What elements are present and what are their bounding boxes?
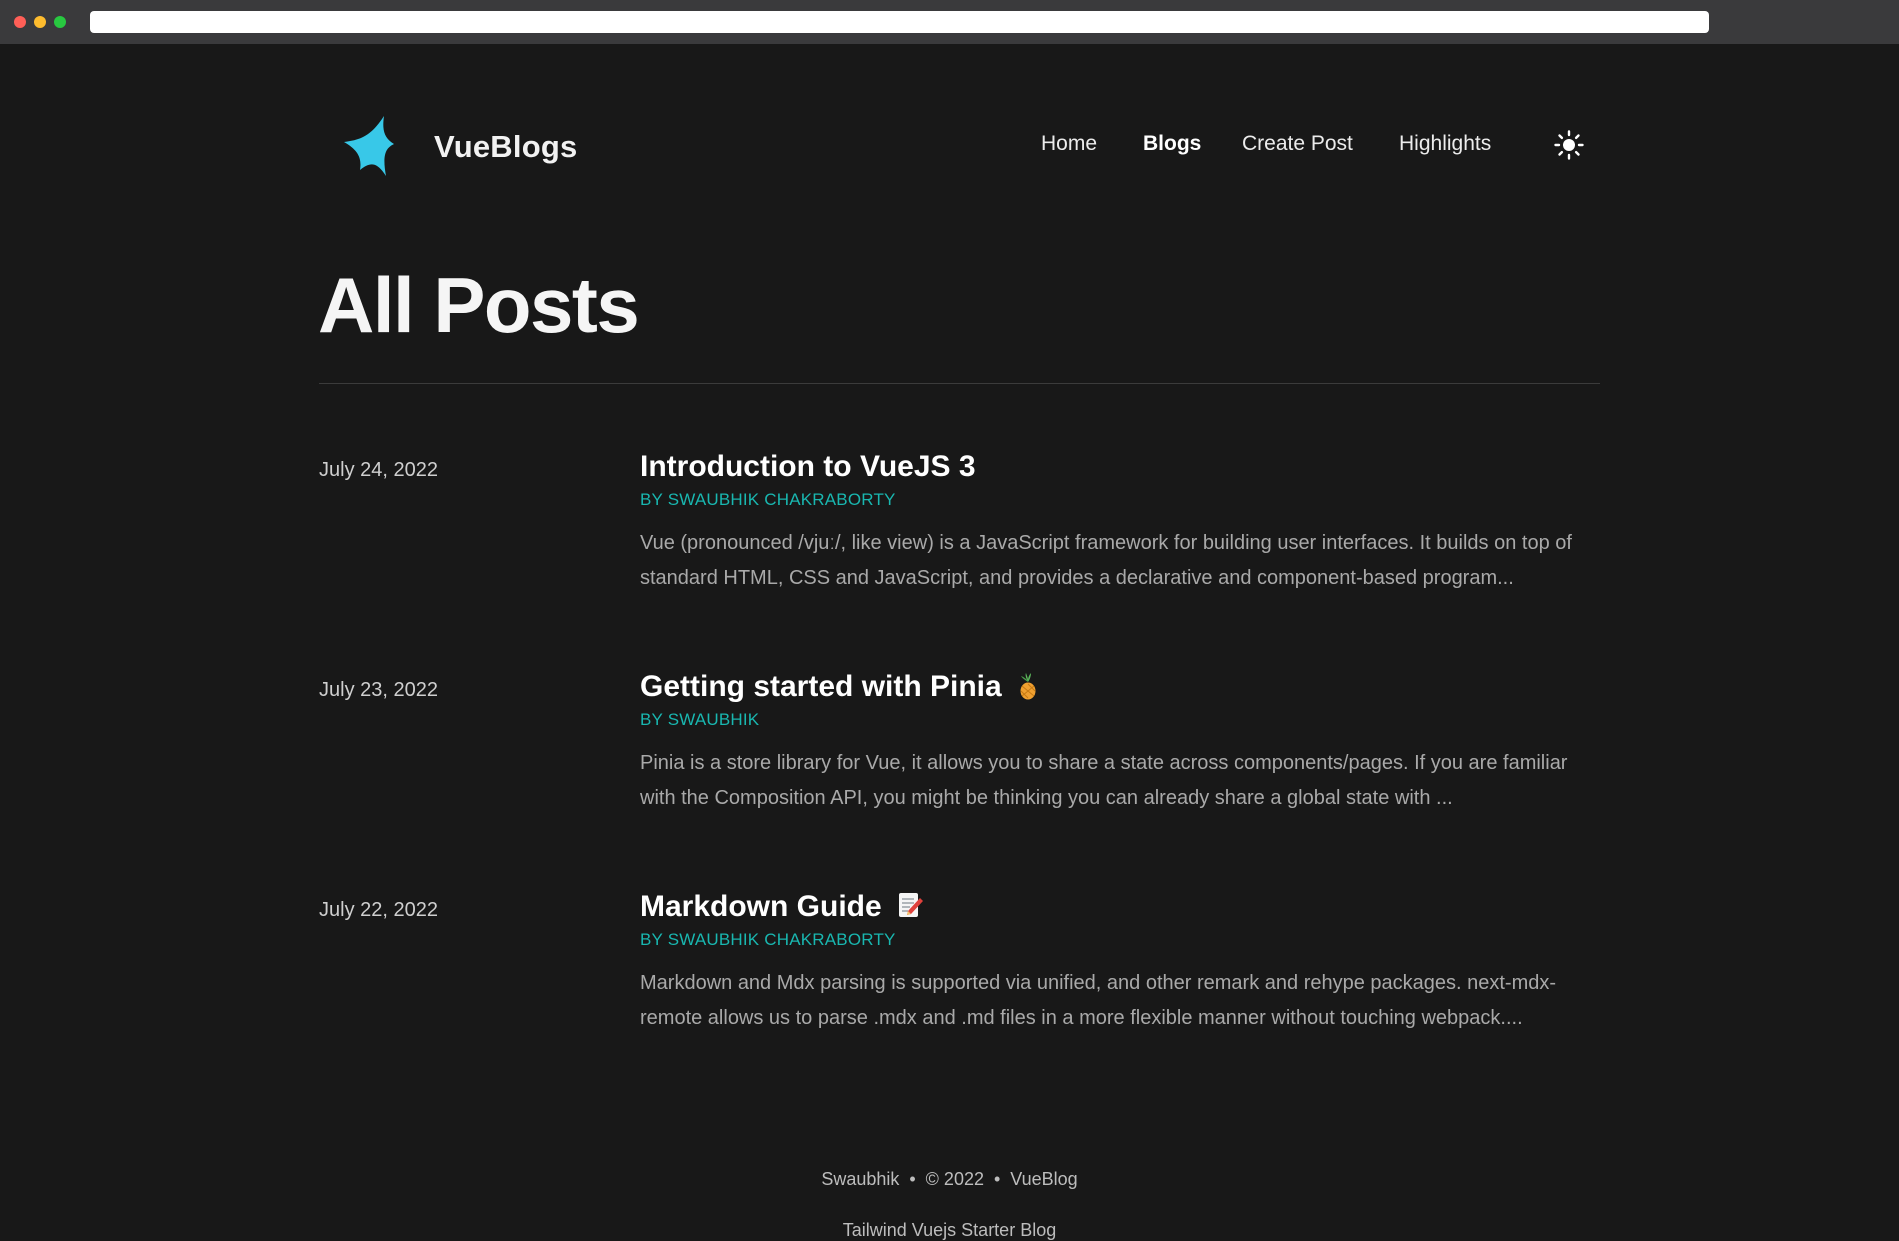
post-title-link[interactable]: Getting started with Pinia xyxy=(640,669,1002,705)
post-title-link[interactable]: Markdown Guide xyxy=(640,889,882,925)
post-date: July 23, 2022 xyxy=(319,679,438,701)
footer-separator: • xyxy=(909,1169,916,1189)
nav-blogs-link[interactable]: Blogs xyxy=(1143,132,1201,156)
browser-chrome xyxy=(0,0,1899,44)
footer-tagline-link[interactable]: Tailwind Vuejs Starter Blog xyxy=(0,1220,1899,1241)
footer-author: Swaubhik xyxy=(821,1169,900,1189)
footer-meta: Swaubhik • © 2022 • VueBlog xyxy=(0,1169,1899,1190)
main-nav: Home Blogs Create Post Highlights xyxy=(0,132,1899,162)
nav-home-link[interactable]: Home xyxy=(1041,132,1097,156)
footer-copyright: © 2022 xyxy=(925,1169,984,1189)
post-author: BY SWAUBHIK CHAKRABORTY xyxy=(640,930,896,949)
post-body: Markdown Guide BY SWAUBHIK CHAKRABORTY M… xyxy=(640,889,1600,1036)
pineapple-icon xyxy=(1020,673,1036,700)
footer-separator: • xyxy=(993,1169,1001,1189)
post-author: BY SWAUBHIK CHAKRABORTY xyxy=(640,490,896,509)
post-excerpt: Markdown and Mdx parsing is supported vi… xyxy=(640,972,1557,1029)
post-body: Introduction to VueJS 3 BY SWAUBHIK CHAK… xyxy=(640,449,1600,596)
post-author: BY SWAUBHIK xyxy=(640,710,760,729)
page: VueBlogs Home Blogs Create Post Highligh… xyxy=(0,44,1899,1241)
address-bar[interactable] xyxy=(90,11,1709,33)
post-date: July 22, 2022 xyxy=(319,899,438,921)
sun-icon[interactable] xyxy=(1553,129,1585,161)
post-title-link[interactable]: Introduction to VueJS 3 xyxy=(640,449,976,485)
nav-create-post-link[interactable]: Create Post xyxy=(1242,132,1353,156)
post-date: July 24, 2022 xyxy=(319,459,438,481)
post-excerpt: Pinia is a store library for Vue, it all… xyxy=(640,752,1568,809)
title-divider xyxy=(319,383,1600,384)
page-title: All Posts xyxy=(318,261,640,349)
footer-site-link[interactable]: VueBlog xyxy=(1010,1169,1077,1189)
window-minimize-button[interactable] xyxy=(34,16,46,28)
window-maximize-button[interactable] xyxy=(54,16,66,28)
post-excerpt: Vue (pronounced /vjuː/, like view) is a … xyxy=(640,532,1572,589)
post-body: Getting started with Pinia BY SWAUBHIK P… xyxy=(640,669,1600,816)
nav-highlights-link[interactable]: Highlights xyxy=(1399,132,1491,156)
memo-icon xyxy=(899,893,924,917)
window-close-button[interactable] xyxy=(14,16,26,28)
